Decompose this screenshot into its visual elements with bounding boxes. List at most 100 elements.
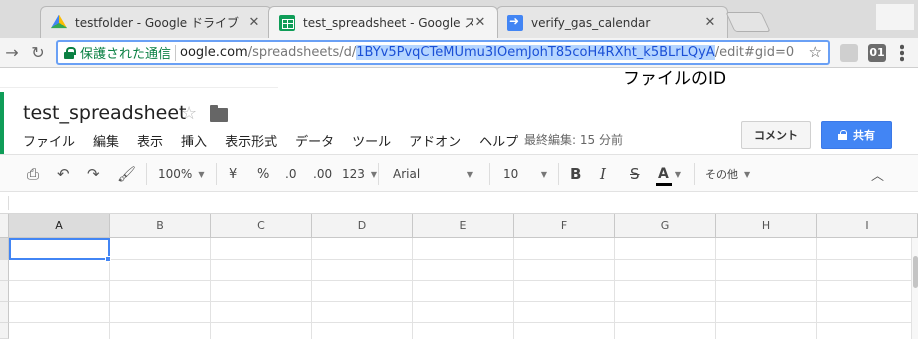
tab-title: testfolder - Google ドライブ xyxy=(75,16,239,30)
browser-tabstrip: testfolder - Google ドライブ ✕ test_spreadsh… xyxy=(0,0,918,38)
formula-bar[interactable] xyxy=(0,192,918,214)
close-icon[interactable]: ✕ xyxy=(473,15,487,30)
browser-toolbar: → ↻ 保護された通信 oogle.com/spreadsheets/d/1BY… xyxy=(0,38,918,68)
menu-file[interactable]: ファイル xyxy=(23,131,75,150)
column-header-g[interactable]: G xyxy=(615,214,716,238)
menu-insert[interactable]: 挿入 xyxy=(181,131,207,150)
chevron-down-icon: ▼ xyxy=(466,169,473,179)
column-header-a[interactable]: A xyxy=(9,214,110,238)
fill-handle[interactable] xyxy=(105,256,111,262)
text-color-icon: A xyxy=(656,166,672,186)
bookmark-star-icon[interactable]: ☆ xyxy=(809,43,822,61)
format-toolbar: ⎙ ↶ ↷ 🖌 100% ▼ ¥ % .0 .00 123 ▼ Arial ▼ 10 ▼… xyxy=(0,154,918,192)
print-icon[interactable]: ⎙ xyxy=(27,164,39,184)
menu-data[interactable]: データ xyxy=(295,131,334,150)
currency-format-button[interactable]: ¥ xyxy=(229,164,237,184)
zoom-value: 100% xyxy=(158,167,193,181)
grid-line xyxy=(9,322,911,323)
active-cell-a1[interactable] xyxy=(9,238,110,260)
reload-icon[interactable]: ↻ xyxy=(28,43,48,63)
select-all-corner[interactable] xyxy=(0,214,9,238)
back-arrow-icon[interactable]: → xyxy=(2,43,22,63)
divider xyxy=(558,163,559,185)
column-header-h[interactable]: H xyxy=(716,214,817,238)
menu-view[interactable]: 表示 xyxy=(137,131,163,150)
menu-format[interactable]: 表示形式 xyxy=(225,131,277,150)
row-header[interactable] xyxy=(0,302,9,323)
column-header-c[interactable]: C xyxy=(211,214,312,238)
bold-button[interactable]: B xyxy=(570,164,581,184)
spreadsheet-grid: A B C D E F G H I xyxy=(0,214,918,339)
undo-icon[interactable]: ↶ xyxy=(57,164,70,184)
extension-01-icon[interactable]: 01 xyxy=(868,44,886,62)
url-text[interactable]: oogle.com/spreadsheets/d/1BYv5PvqCTeMUmu… xyxy=(180,45,794,60)
zoom-select[interactable]: 100% ▼ xyxy=(158,164,204,184)
column-header-f[interactable]: F xyxy=(514,214,615,238)
tab-verify-gas-calendar[interactable]: verify_gas_calendar ✕ xyxy=(496,6,728,38)
column-header-e[interactable]: E xyxy=(413,214,514,238)
row-header[interactable] xyxy=(0,281,9,302)
menu-help[interactable]: ヘルプ xyxy=(479,131,518,150)
divider xyxy=(378,163,379,185)
divider xyxy=(146,163,147,185)
column-header-i[interactable]: I xyxy=(817,214,918,238)
number-format-select[interactable]: 123 ▼ xyxy=(342,164,377,184)
star-icon[interactable]: ☆ xyxy=(181,103,197,124)
chevron-down-icon: ▼ xyxy=(370,169,378,179)
last-edit-status[interactable]: 最終編集: 15 分前 xyxy=(524,131,623,148)
percent-format-button[interactable]: % xyxy=(257,164,269,184)
menu-addons[interactable]: アドオン xyxy=(409,131,461,150)
increase-decimal-button[interactable]: .00 xyxy=(313,164,332,184)
folder-icon[interactable] xyxy=(210,105,228,122)
document-title[interactable]: test_spreadsheet xyxy=(23,102,187,124)
sheets-icon xyxy=(279,14,295,31)
lock-icon xyxy=(64,46,76,59)
vertical-scrollbar[interactable] xyxy=(911,238,918,339)
lock-icon xyxy=(838,130,847,140)
decrease-decimal-button[interactable]: .0 xyxy=(285,164,296,184)
menu-edit[interactable]: 編集 xyxy=(93,131,119,150)
scrollbar-thumb[interactable] xyxy=(913,256,918,288)
column-header-d[interactable]: D xyxy=(312,214,413,238)
italic-button[interactable]: I xyxy=(600,164,606,184)
text-color-button[interactable]: A ▼ xyxy=(656,164,681,186)
paint-format-icon[interactable]: 🖌 xyxy=(117,164,136,184)
grid-line xyxy=(210,238,211,339)
more-button[interactable]: その他 ▼ xyxy=(705,164,750,184)
number-format-label: 123 xyxy=(342,167,365,181)
close-icon[interactable]: ✕ xyxy=(247,15,261,30)
grid-line xyxy=(311,238,312,339)
chevron-down-icon: ▼ xyxy=(540,169,547,179)
new-tab-button[interactable] xyxy=(725,12,771,32)
divider xyxy=(216,163,217,185)
annotation-label: ファイルのID xyxy=(623,69,727,89)
row-header[interactable] xyxy=(0,323,9,339)
row-header[interactable] xyxy=(0,238,9,260)
tab-test-spreadsheet[interactable]: test_spreadsheet - Google スプ ✕ xyxy=(268,6,498,38)
menu-bar: ファイル 編集 表示 挿入 表示形式 データ ツール アドオン ヘルプ xyxy=(23,131,536,150)
redo-icon[interactable]: ↷ xyxy=(87,164,100,184)
grid-line xyxy=(9,280,911,281)
tab-title: verify_gas_calendar xyxy=(531,15,651,30)
comment-button[interactable]: コメント xyxy=(741,121,811,149)
address-bar[interactable]: 保護された通信 oogle.com/spreadsheets/d/1BYv5Pv… xyxy=(56,40,830,65)
column-header-b[interactable]: B xyxy=(110,214,211,238)
chevron-down-icon: ▼ xyxy=(198,169,205,179)
tab-title: test_spreadsheet - Google スプ xyxy=(303,16,473,30)
browser-menu-icon[interactable] xyxy=(900,44,904,62)
more-label: その他 xyxy=(705,168,738,181)
tab-testfolder[interactable]: testfolder - Google ドライブ ✕ xyxy=(40,6,272,38)
divider xyxy=(694,163,695,185)
url-selected-id: 1BYv5PvqCTeMUmu3IOemJohT85coH4RXht_k5BLr… xyxy=(356,45,715,60)
font-size-select[interactable]: 10 ▼ xyxy=(503,164,547,184)
grid-line xyxy=(412,238,413,339)
url-path: /spreadsheets/d/ xyxy=(247,45,357,60)
menu-tools[interactable]: ツール xyxy=(352,131,391,150)
close-icon[interactable]: ✕ xyxy=(703,15,717,30)
cast-extension-icon[interactable] xyxy=(840,44,858,62)
strikethrough-button[interactable]: S xyxy=(630,164,640,184)
share-button[interactable]: 共有 xyxy=(821,121,892,149)
collapse-chevron-up-icon[interactable]: ︿ xyxy=(871,164,884,184)
row-header[interactable] xyxy=(0,260,9,281)
font-family-select[interactable]: Arial ▼ xyxy=(393,164,473,184)
